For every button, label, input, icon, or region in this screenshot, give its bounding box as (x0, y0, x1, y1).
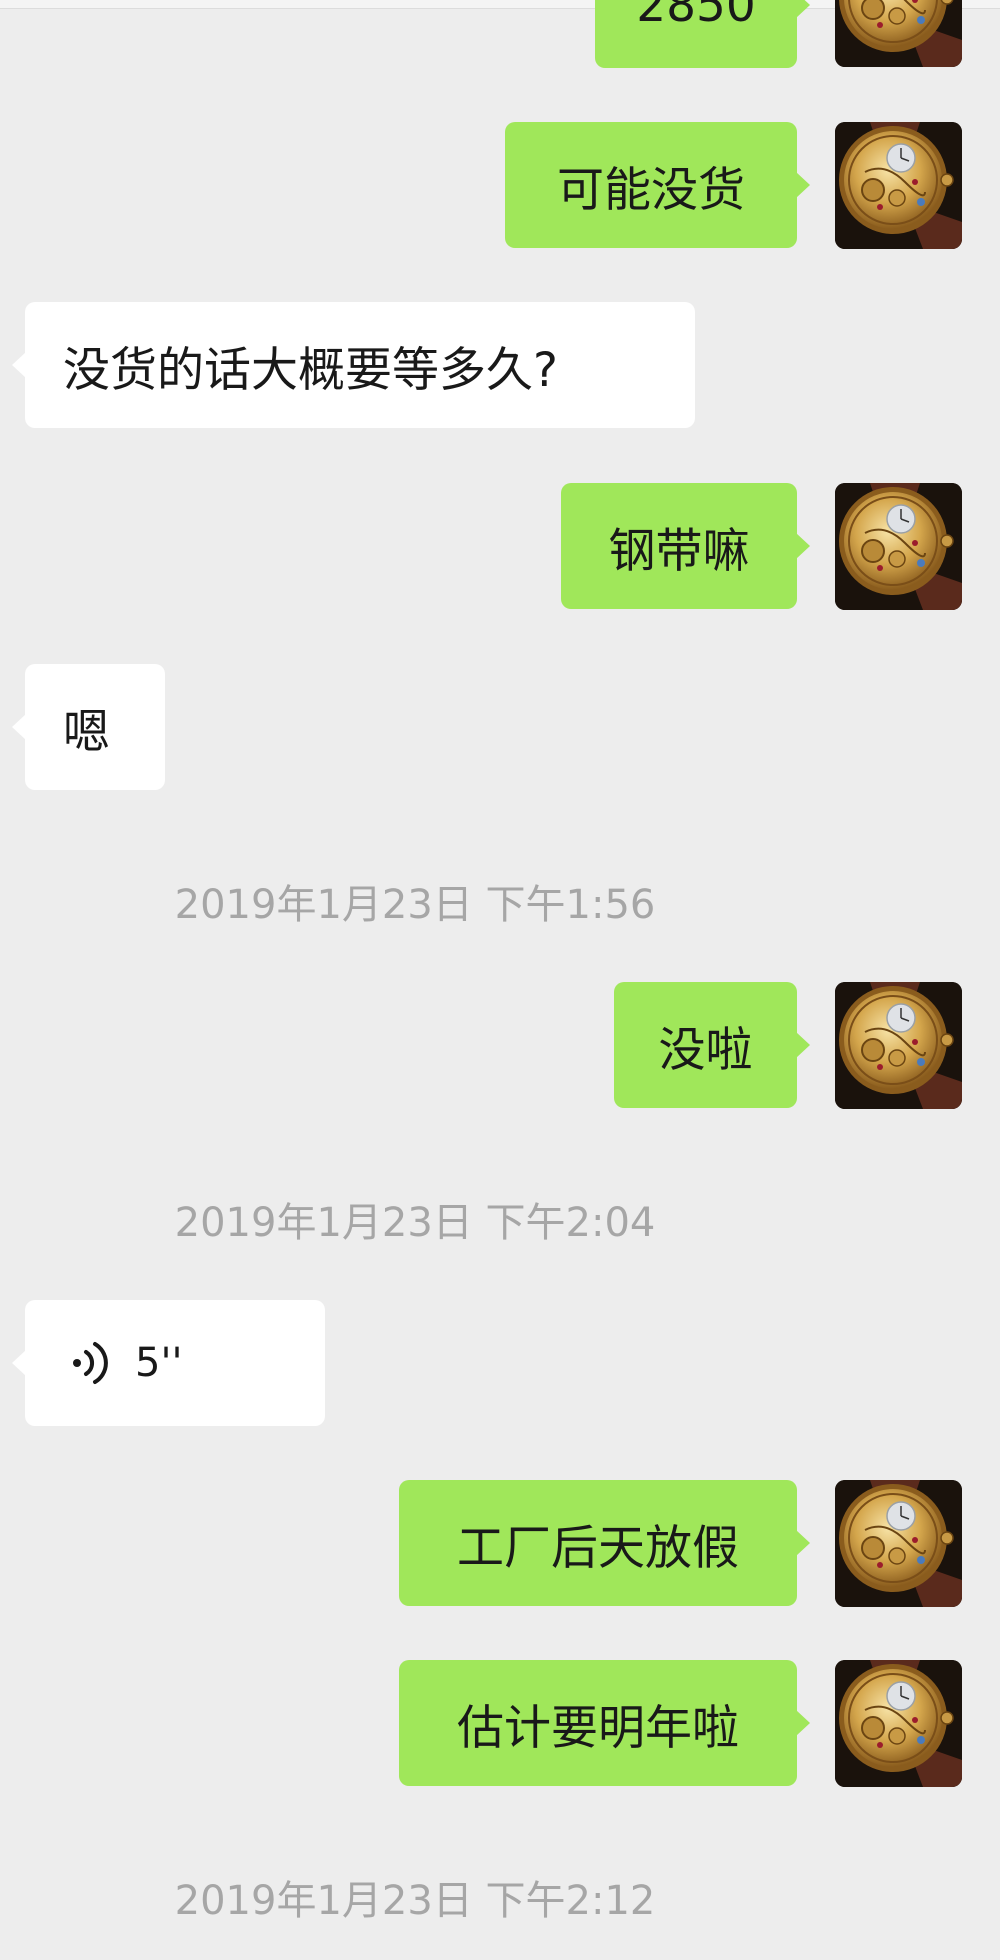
watch-avatar-icon (835, 982, 962, 1109)
incoming-message[interactable]: 没货的话大概要等多久? (12, 302, 695, 428)
message-text: 工厂后天放假 (457, 1520, 739, 1576)
timestamp: 2019年1月23日 下午2:04 (174, 1200, 656, 1246)
watch-avatar-icon (835, 1660, 962, 1787)
incoming-message[interactable]: 嗯 (12, 664, 165, 790)
message-text: 钢带嘛 (608, 523, 750, 579)
self-avatar[interactable] (835, 982, 962, 1109)
outgoing-message[interactable]: 没啦 (614, 982, 810, 1108)
watch-avatar-icon (835, 1480, 962, 1607)
chat-area[interactable]: 2850 可能没货 没货的话大概要等多久? 钢带嘛 嗯 2019年1月23日 下… (0, 0, 1000, 1960)
timestamp: 2019年1月23日 下午2:12 (174, 1878, 656, 1924)
self-avatar[interactable] (835, 1480, 962, 1607)
timestamp: 2019年1月23日 下午1:56 (174, 882, 656, 928)
message-text: 嗯 (63, 704, 110, 760)
voice-wave-icon (73, 1342, 108, 1384)
outgoing-message[interactable]: 工厂后天放假 (399, 1480, 810, 1606)
outgoing-message[interactable]: 2850 (595, 0, 810, 68)
watch-avatar-icon (835, 0, 962, 67)
watch-avatar-icon (835, 122, 962, 249)
voice-duration: 5'' (135, 1340, 183, 1386)
message-text: 没货的话大概要等多久? (63, 342, 558, 398)
outgoing-message[interactable]: 钢带嘛 (561, 483, 810, 609)
watch-avatar-icon (835, 483, 962, 610)
self-avatar[interactable] (835, 1660, 962, 1787)
outgoing-message[interactable]: 可能没货 (505, 122, 810, 248)
message-text: 可能没货 (557, 162, 745, 218)
incoming-voice-message[interactable]: 5'' (12, 1300, 325, 1426)
message-text: 没啦 (658, 1022, 753, 1078)
message-text: 2850 (636, 0, 756, 33)
outgoing-message[interactable]: 估计要明年啦 (399, 1660, 810, 1786)
message-text: 估计要明年啦 (457, 1700, 739, 1756)
self-avatar[interactable] (835, 122, 962, 249)
self-avatar[interactable] (835, 0, 962, 67)
self-avatar[interactable] (835, 483, 962, 610)
